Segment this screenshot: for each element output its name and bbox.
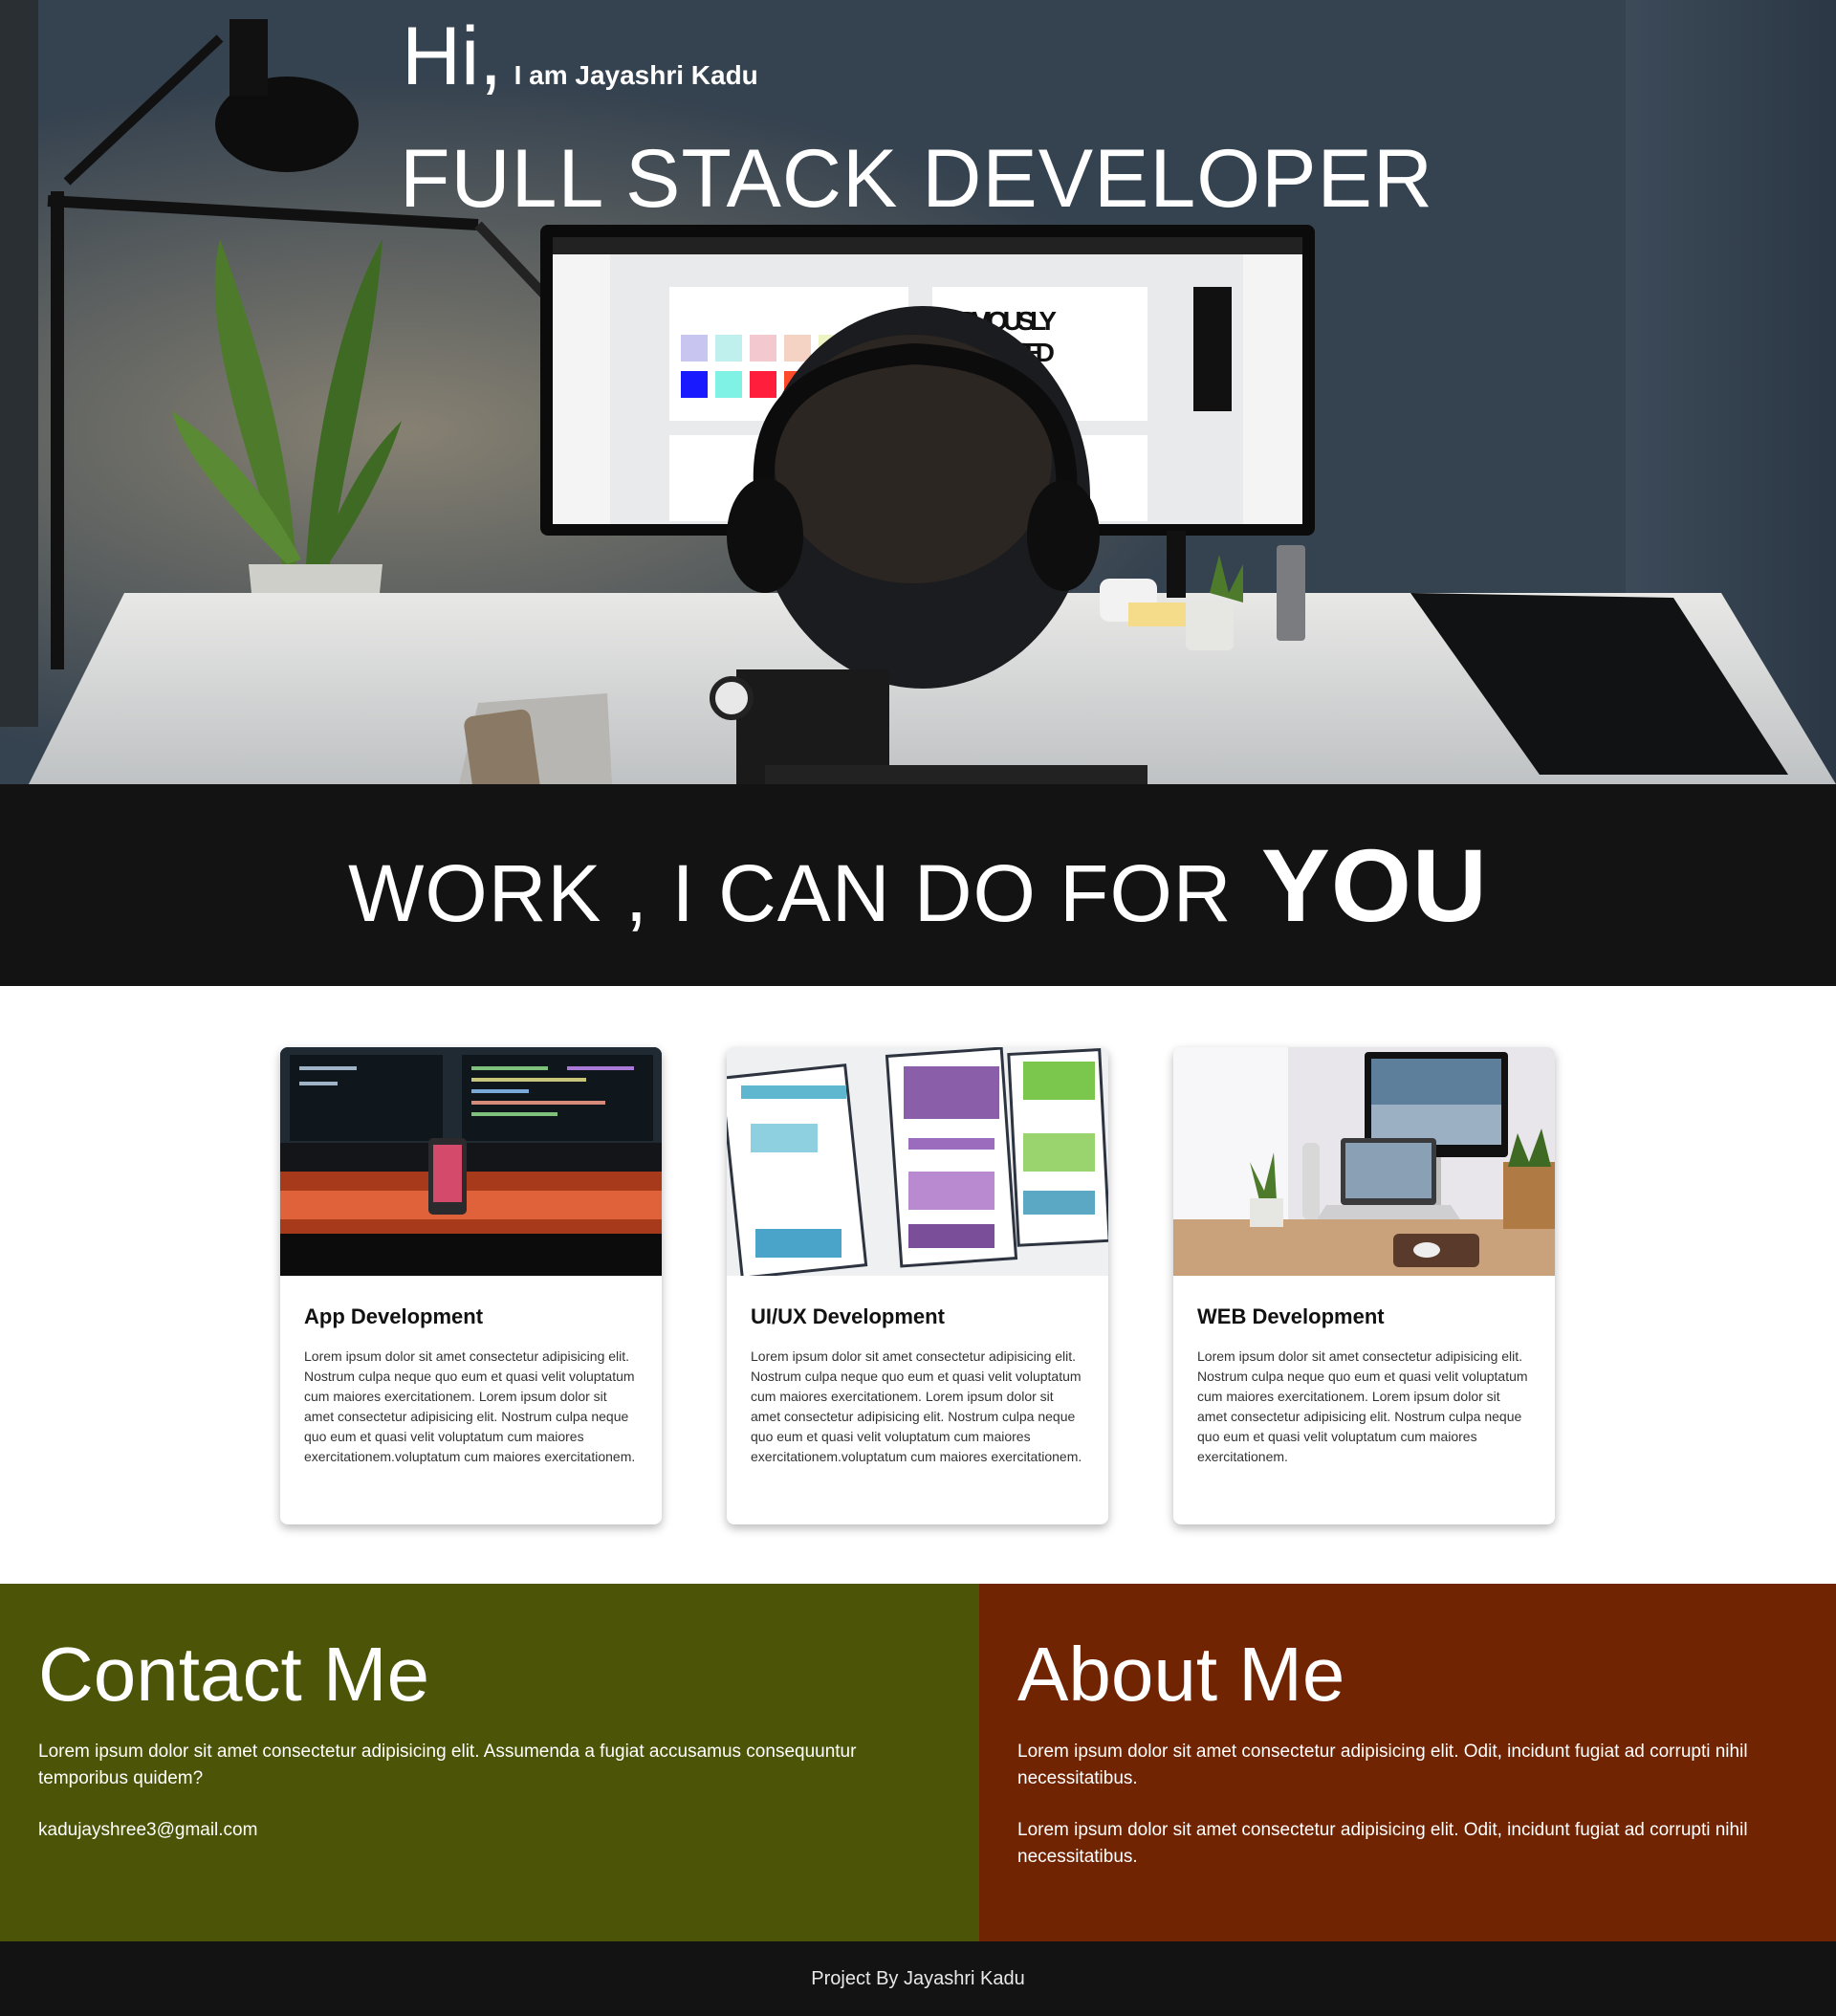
hero-name-text: I am Jayashri Kadu xyxy=(514,60,758,90)
uiux-development-image xyxy=(727,1047,1108,1276)
contact-email[interactable]: kadujayshree3@gmail.com xyxy=(38,1817,941,1844)
info-section: Contact Me Lorem ipsum dolor sit amet co… xyxy=(0,1584,1836,1941)
hero-title: FULL STACK DEVELOPER xyxy=(400,133,1433,225)
banner-heading: WORK , I CAN DO FOR YOU xyxy=(348,825,1488,945)
about-heading: About Me xyxy=(1017,1632,1345,1717)
hero-greeting: Hi, I am Jayashri Kadu xyxy=(402,10,758,104)
contact-heading: Contact Me xyxy=(38,1632,430,1717)
about-section: About Me Lorem ipsum dolor sit amet cons… xyxy=(979,1584,1836,1941)
card-title: App Development xyxy=(304,1304,484,1328)
app-development-image xyxy=(280,1047,662,1276)
card-description: Lorem ipsum dolor sit amet consectetur a… xyxy=(751,1348,1082,1464)
contact-description: Lorem ipsum dolor sit amet consectetur a… xyxy=(38,1742,857,1788)
web-development-image xyxy=(1173,1047,1555,1276)
card-description: Lorem ipsum dolor sit amet consectetur a… xyxy=(1197,1348,1528,1464)
service-card-app-development: App Development Lorem ipsum dolor sit am… xyxy=(280,1047,662,1524)
card-body: App Development Lorem ipsum dolor sit am… xyxy=(280,1276,662,1467)
card-body: UI/UX Development Lorem ipsum dolor sit … xyxy=(727,1276,1108,1467)
work-banner: WORK , I CAN DO FOR YOU xyxy=(0,784,1836,986)
footer: Project By Jayashri Kadu xyxy=(0,1941,1836,2016)
banner-emphasis: YOU xyxy=(1260,827,1488,943)
card-title: WEB Development xyxy=(1197,1304,1385,1328)
card-body: WEB Development Lorem ipsum dolor sit am… xyxy=(1173,1276,1555,1467)
services-section: App Development Lorem ipsum dolor sit am… xyxy=(0,986,1836,1584)
about-paragraph: Lorem ipsum dolor sit amet consectetur a… xyxy=(1017,1820,1748,1867)
card-description: Lorem ipsum dolor sit amet consectetur a… xyxy=(304,1348,636,1464)
hero-background-photo: OBVIOUSLY CONDENSED xyxy=(0,0,1836,784)
hero-hi-text: Hi, xyxy=(402,11,503,102)
service-card-web-development: WEB Development Lorem ipsum dolor sit am… xyxy=(1173,1047,1555,1524)
about-paragraph: Lorem ipsum dolor sit amet consectetur a… xyxy=(1017,1742,1748,1788)
contact-section: Contact Me Lorem ipsum dolor sit amet co… xyxy=(0,1584,979,1941)
service-card-uiux-development: UI/UX Development Lorem ipsum dolor sit … xyxy=(727,1047,1108,1524)
card-title: UI/UX Development xyxy=(751,1304,945,1328)
banner-heading-text: WORK , I CAN DO FOR xyxy=(348,848,1233,938)
footer-credit: Project By Jayashri Kadu xyxy=(811,1967,1025,1989)
hero-section: OBVIOUSLY CONDENSED Hi, I am Jayashri Ka… xyxy=(0,0,1836,784)
